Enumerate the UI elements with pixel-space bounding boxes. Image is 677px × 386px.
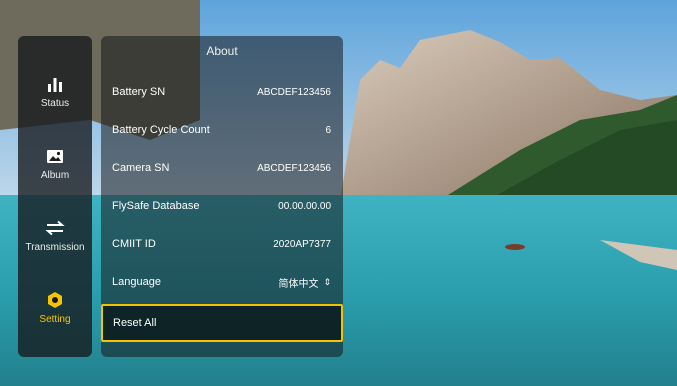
nav-label-album: Album bbox=[40, 170, 70, 181]
row-label: CMIIT ID bbox=[112, 238, 156, 250]
row-label: FlySafe Database bbox=[112, 200, 200, 212]
nav-label-status: Status bbox=[40, 98, 70, 109]
row-label: Battery SN bbox=[112, 86, 166, 98]
row-label: Battery Cycle Count bbox=[112, 124, 210, 136]
row-camera-sn: Camera SN ABCDEF123456 bbox=[101, 149, 343, 187]
language-value: 简体中文 bbox=[278, 278, 319, 290]
row-label: Language bbox=[112, 276, 161, 288]
row-flysafe-database: FlySafe Database 00.00.00.00 bbox=[101, 187, 343, 225]
hexagon-gear-icon bbox=[45, 290, 65, 310]
bar-chart-icon bbox=[45, 74, 65, 94]
row-battery-sn: Battery SN ABCDEF123456 bbox=[101, 73, 343, 111]
side-navigation: Status Album Transmission Setting bbox=[18, 36, 92, 357]
row-label: Camera SN bbox=[112, 162, 170, 174]
row-value: 6 bbox=[325, 124, 331, 136]
panel-title: About bbox=[206, 44, 238, 58]
nav-item-album[interactable]: Album bbox=[18, 146, 92, 206]
row-language[interactable]: Language 简体中文 ⇕ bbox=[101, 263, 343, 301]
nav-label-setting: Setting bbox=[39, 314, 71, 325]
reset-all-button[interactable]: Reset All bbox=[101, 304, 343, 342]
language-select[interactable]: 简体中文 ⇕ bbox=[278, 275, 331, 290]
nav-item-status[interactable]: Status bbox=[18, 74, 92, 134]
row-value: 00.00.00.00 bbox=[278, 200, 331, 212]
row-cmiit-id: CMIIT ID 2020AP7377 bbox=[101, 225, 343, 263]
up-down-arrows-icon: ⇕ bbox=[323, 276, 331, 287]
nav-label-transmission: Transmission bbox=[25, 242, 85, 253]
row-value: ABCDEF123456 bbox=[257, 86, 331, 98]
nav-item-setting[interactable]: Setting bbox=[18, 290, 92, 350]
row-battery-cycle-count: Battery Cycle Count 6 bbox=[101, 111, 343, 149]
row-value: ABCDEF123456 bbox=[257, 162, 331, 174]
nav-item-transmission[interactable]: Transmission bbox=[18, 218, 92, 278]
about-panel: About Battery SN ABCDEF123456 Battery Cy… bbox=[101, 36, 343, 357]
row-value: 2020AP7377 bbox=[273, 238, 331, 250]
photo-icon bbox=[45, 146, 65, 166]
transfer-arrows-icon bbox=[45, 218, 65, 238]
